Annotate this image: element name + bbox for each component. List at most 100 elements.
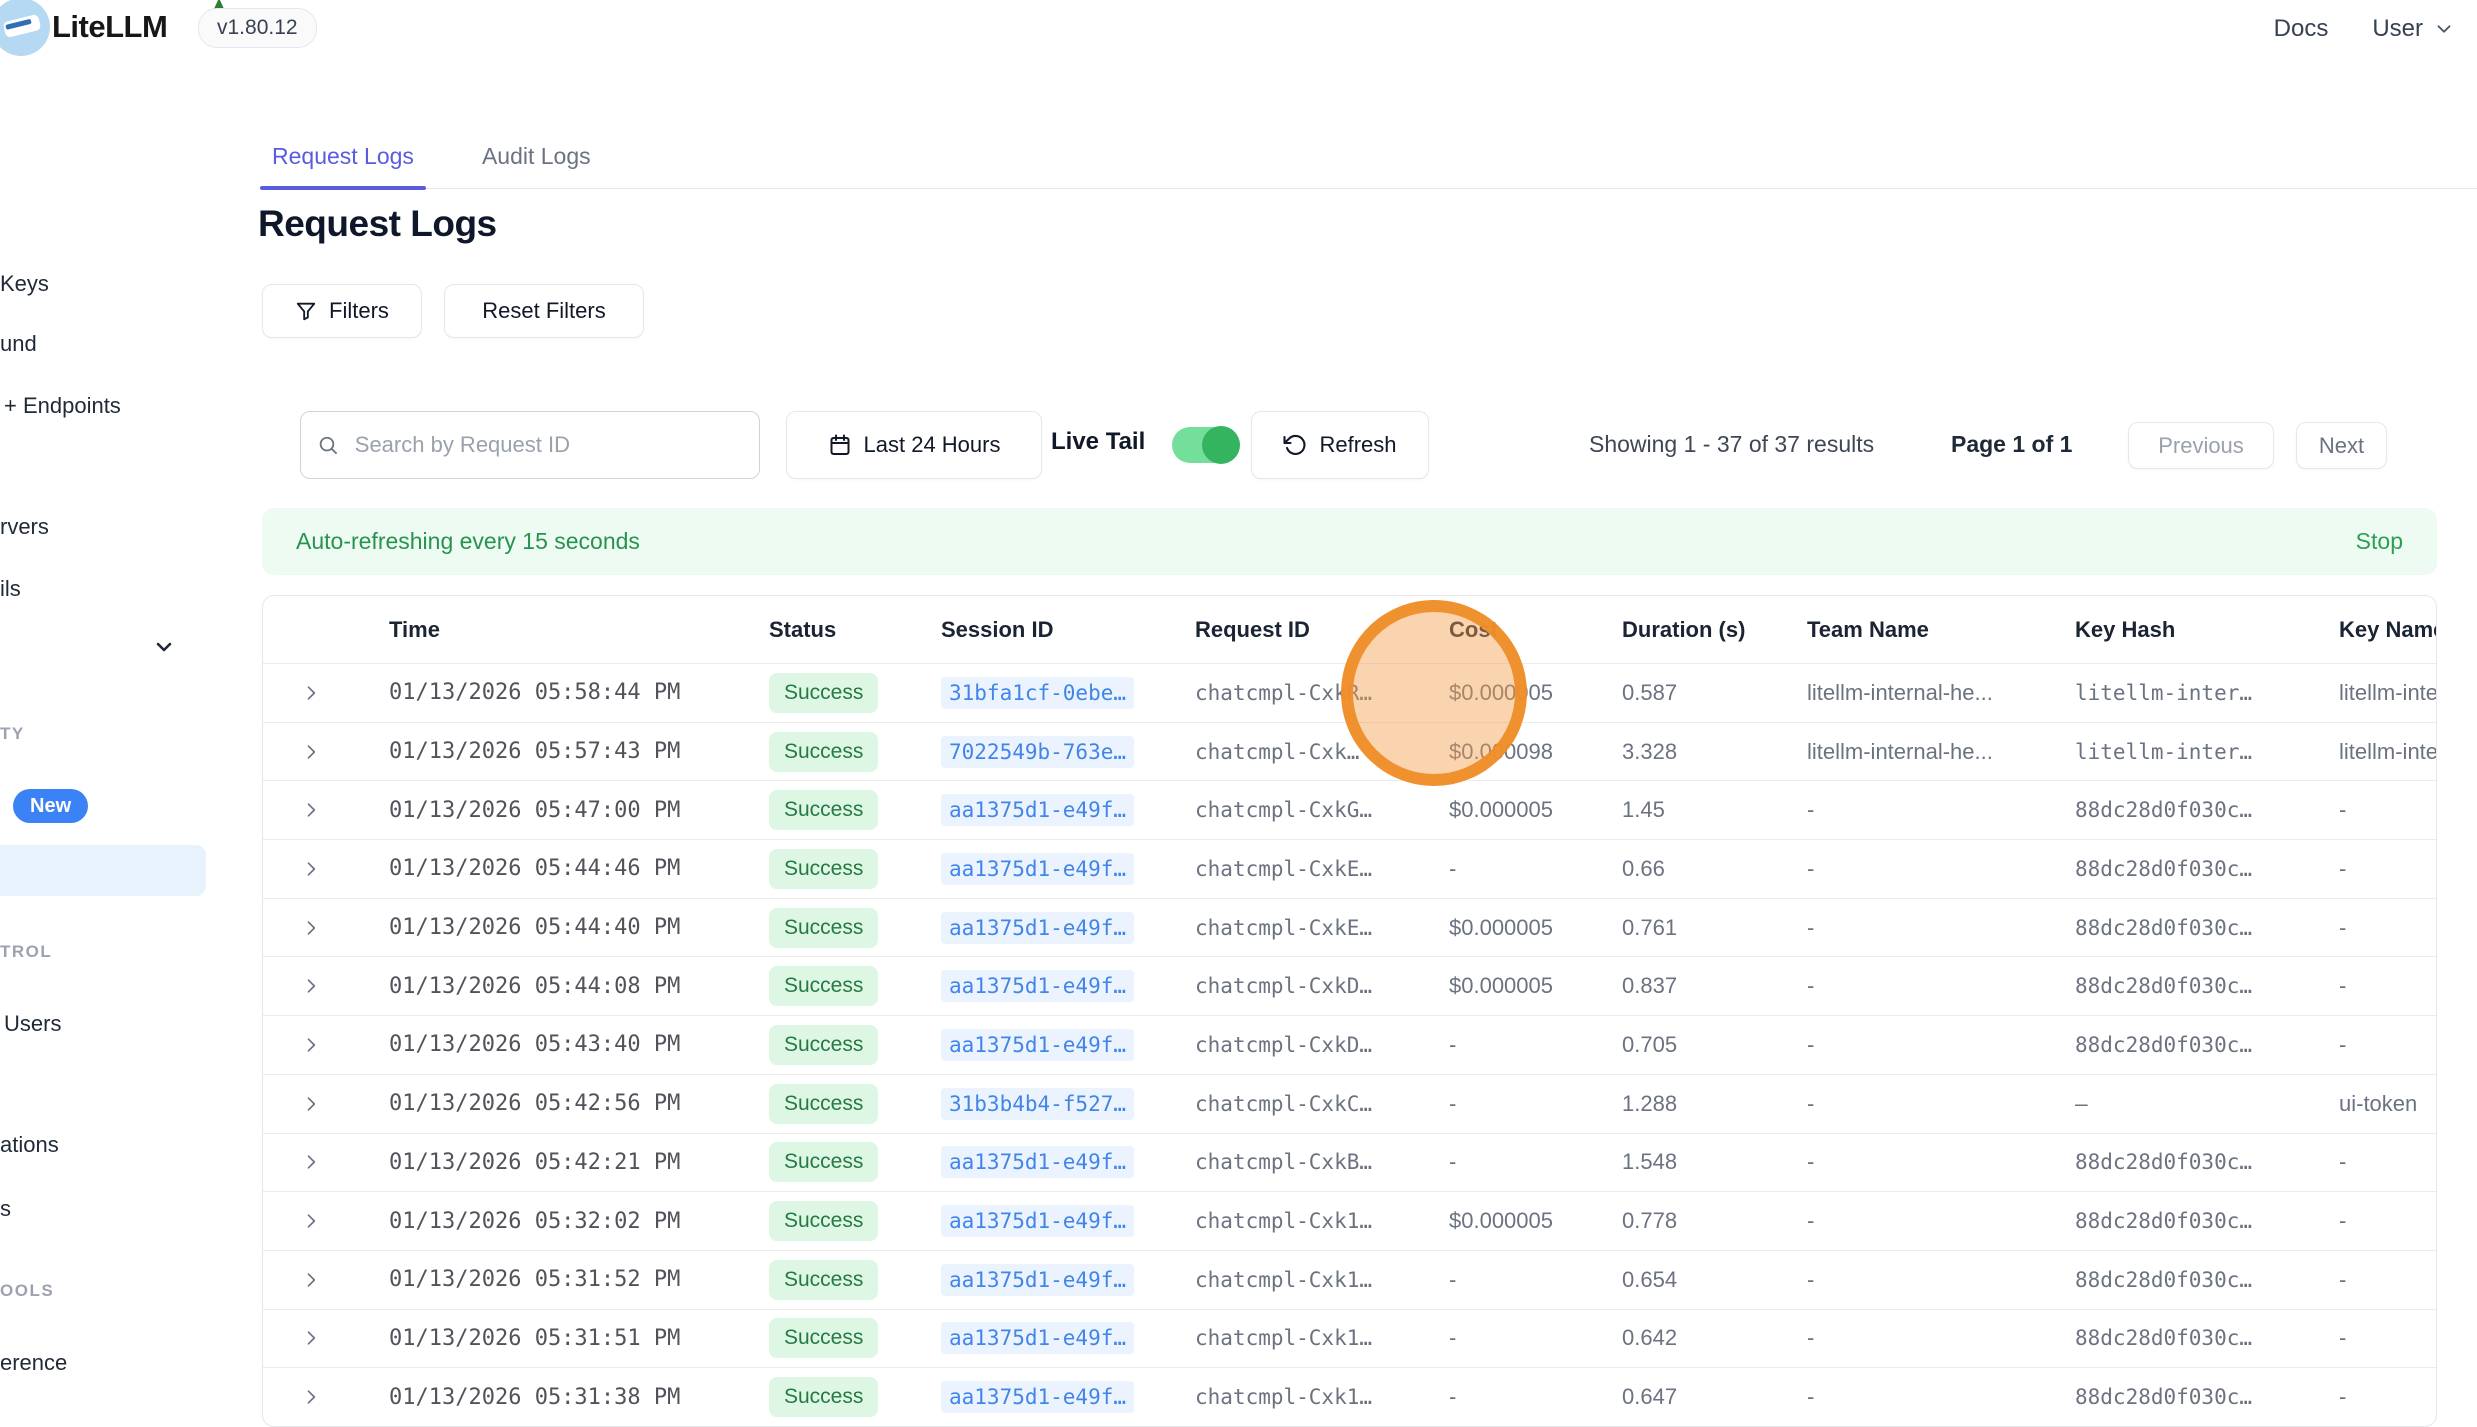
duration-cell: 1.548: [1622, 1149, 1807, 1175]
expand-row-chevron-icon[interactable]: [301, 1094, 321, 1114]
table-row[interactable]: 01/13/2026 05:43:40 PM Success aa1375d1-…: [263, 1016, 2436, 1075]
time-range-button[interactable]: Last 24 Hours: [786, 411, 1042, 479]
filters-button[interactable]: Filters: [262, 284, 422, 338]
user-menu[interactable]: User: [2372, 15, 2455, 43]
sidebar-item-playground[interactable]: und: [0, 331, 37, 357]
next-page-button[interactable]: Next: [2296, 422, 2387, 469]
search-box[interactable]: [300, 411, 760, 479]
cost-cell: $0.000005: [1449, 797, 1622, 823]
expand-row-chevron-icon[interactable]: [301, 800, 321, 820]
table-row[interactable]: 01/13/2026 05:44:40 PM Success aa1375d1-…: [263, 899, 2436, 958]
table-row[interactable]: 01/13/2026 05:31:51 PM Success aa1375d1-…: [263, 1310, 2436, 1369]
table-body: 01/13/2026 05:58:44 PM Success 31bfa1cf-…: [263, 664, 2436, 1427]
table-row[interactable]: 01/13/2026 05:31:52 PM Success aa1375d1-…: [263, 1251, 2436, 1310]
session-id-link[interactable]: aa1375d1-e49f…: [941, 970, 1134, 1002]
expand-row-chevron-icon[interactable]: [301, 918, 321, 938]
request-id-cell: chatcmpl-CxkG…: [1195, 798, 1449, 822]
live-tail-toggle[interactable]: [1172, 427, 1238, 463]
key-name-cell: -: [2339, 1149, 2436, 1175]
expand-row-chevron-icon[interactable]: [301, 683, 321, 703]
table-row[interactable]: 01/13/2026 05:42:21 PM Success aa1375d1-…: [263, 1134, 2436, 1193]
docs-link[interactable]: Docs: [2274, 15, 2329, 43]
time-cell: 01/13/2026 05:43:40 PM: [389, 1032, 769, 1057]
table-row[interactable]: 01/13/2026 05:47:00 PM Success aa1375d1-…: [263, 781, 2436, 840]
table-row[interactable]: 01/13/2026 05:32:02 PM Success aa1375d1-…: [263, 1192, 2436, 1251]
table-row[interactable]: 01/13/2026 05:31:38 PM Success aa1375d1-…: [263, 1368, 2436, 1427]
request-logs-table: Time Status Session ID Request ID Cost D…: [262, 595, 2437, 1427]
session-id-link[interactable]: aa1375d1-e49f…: [941, 912, 1134, 944]
session-id-link[interactable]: aa1375d1-e49f…: [941, 1029, 1134, 1061]
sidebar-item-organizations[interactable]: ations: [0, 1132, 59, 1158]
sidebar-item-active-highlight[interactable]: [0, 845, 206, 896]
key-name-cell: -: [2339, 856, 2436, 882]
key-hash-cell: 88dc28d0f030c…: [2075, 1209, 2339, 1233]
stop-auto-refresh-button[interactable]: Stop: [2356, 528, 2403, 555]
expand-row-chevron-icon[interactable]: [301, 1270, 321, 1290]
session-id-link[interactable]: 31b3b4b4-f527…: [941, 1088, 1134, 1120]
status-badge: Success: [769, 1201, 878, 1241]
table-row[interactable]: 01/13/2026 05:44:08 PM Success aa1375d1-…: [263, 957, 2436, 1016]
key-name-cell: -: [2339, 1325, 2436, 1351]
refresh-button-label: Refresh: [1319, 432, 1396, 458]
page-indicator: Page 1 of 1: [1951, 431, 2072, 458]
time-range-label: Last 24 Hours: [864, 432, 1001, 458]
session-id-link[interactable]: aa1375d1-e49f…: [941, 1381, 1134, 1413]
key-name-cell: ui-token: [2339, 1091, 2436, 1117]
sidebar-item-virtual-keys[interactable]: Keys: [0, 271, 49, 297]
logs-tabstrip: Request Logs Audit Logs: [262, 127, 2477, 189]
expand-row-chevron-icon[interactable]: [301, 976, 321, 996]
expand-row-chevron-icon[interactable]: [301, 1328, 321, 1348]
tab-request-logs[interactable]: Request Logs: [266, 143, 420, 188]
sidebar-section-observability: TY: [0, 724, 25, 744]
expand-row-chevron-icon[interactable]: [301, 1211, 321, 1231]
team-name-cell: -: [1807, 856, 2075, 882]
session-id-link[interactable]: 31bfa1cf-0ebe…: [941, 677, 1134, 709]
duration-cell: 0.587: [1622, 680, 1807, 706]
session-id-link[interactable]: aa1375d1-e49f…: [941, 853, 1134, 885]
table-row[interactable]: 01/13/2026 05:42:56 PM Success 31b3b4b4-…: [263, 1075, 2436, 1134]
top-bar: LiteLLM v1.80.12 Docs User: [0, 0, 2477, 58]
litellm-logo-icon: [0, 0, 50, 56]
expand-row-chevron-icon[interactable]: [301, 742, 321, 762]
session-id-link[interactable]: 7022549b-763e…: [941, 736, 1134, 768]
expand-row-chevron-icon[interactable]: [301, 859, 321, 879]
expand-row-chevron-icon[interactable]: [301, 1387, 321, 1407]
key-name-cell: litellm-inter…: [2339, 680, 2436, 706]
table-row[interactable]: 01/13/2026 05:58:44 PM Success 31bfa1cf-…: [263, 664, 2436, 723]
sidebar-item-guardrails[interactable]: ils: [0, 576, 21, 602]
previous-page-button[interactable]: Previous: [2128, 422, 2274, 469]
cost-cell: $0.000005: [1449, 915, 1622, 941]
search-input[interactable]: [353, 431, 743, 459]
cost-cell: -: [1449, 1325, 1622, 1351]
cost-cell: $0.000005: [1449, 680, 1622, 706]
sidebar-item-internal-users[interactable]: Users: [4, 1011, 61, 1037]
tab-audit-logs[interactable]: Audit Logs: [476, 143, 597, 188]
page-title: Request Logs: [258, 203, 497, 245]
table-row[interactable]: 01/13/2026 05:57:43 PM Success 7022549b-…: [263, 723, 2436, 782]
reset-filters-button[interactable]: Reset Filters: [444, 284, 644, 338]
session-id-link[interactable]: aa1375d1-e49f…: [941, 1322, 1134, 1354]
table-row[interactable]: 01/13/2026 05:44:46 PM Success aa1375d1-…: [263, 840, 2436, 899]
sidebar-collapse-chevron-icon[interactable]: [152, 635, 176, 659]
duration-cell: 0.647: [1622, 1384, 1807, 1410]
sidebar-item-inference[interactable]: erence: [0, 1350, 67, 1376]
refresh-button[interactable]: Refresh: [1251, 411, 1429, 479]
time-cell: 01/13/2026 05:42:56 PM: [389, 1091, 769, 1116]
team-name-cell: -: [1807, 1091, 2075, 1117]
sidebar-item-models-endpoints[interactable]: + Endpoints: [4, 393, 121, 419]
refresh-icon: [1283, 433, 1307, 457]
expand-row-chevron-icon[interactable]: [301, 1035, 321, 1055]
litellm-admin-ui: LiteLLM v1.80.12 Docs User Keys und + En…: [0, 0, 2477, 1385]
user-menu-label[interactable]: User: [2372, 15, 2423, 43]
brand-title: LiteLLM: [52, 9, 167, 45]
session-id-link[interactable]: aa1375d1-e49f…: [941, 1264, 1134, 1296]
duration-cell: 3.328: [1622, 739, 1807, 765]
session-id-link[interactable]: aa1375d1-e49f…: [941, 794, 1134, 826]
logs-toolbar: Last 24 Hours Live Tail Refresh Showing …: [262, 411, 2437, 479]
expand-row-chevron-icon[interactable]: [301, 1152, 321, 1172]
sidebar-item-mcp-servers[interactable]: rvers: [0, 514, 49, 540]
key-name-cell: -: [2339, 1032, 2436, 1058]
session-id-link[interactable]: aa1375d1-e49f…: [941, 1205, 1134, 1237]
session-id-link[interactable]: aa1375d1-e49f…: [941, 1146, 1134, 1178]
sidebar-item-teams[interactable]: s: [0, 1196, 11, 1222]
